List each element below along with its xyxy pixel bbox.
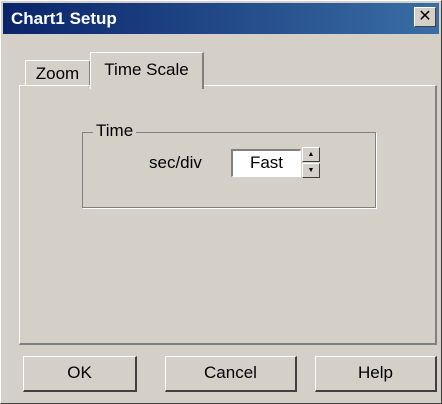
tab-zoom-label: Zoom [35, 64, 80, 83]
title-bar[interactable]: Chart1 Setup ✕ [3, 3, 439, 34]
close-button[interactable]: ✕ [414, 7, 436, 27]
cancel-button-label: Cancel [204, 363, 257, 382]
sec-div-field[interactable]: Fast [231, 149, 301, 177]
tab-panel-time-scale: Time sec/div Fast ▲ ▼ [19, 85, 437, 345]
time-group-label: Time [93, 121, 137, 141]
arrow-up-icon: ▲ [307, 151, 315, 158]
tab-time-scale[interactable]: Time Scale [90, 52, 204, 89]
dialog-window: Chart1 Setup ✕ Zoom Time Scale Time sec/… [0, 0, 442, 404]
tab-time-scale-label: Time Scale [104, 60, 189, 79]
sec-div-value: Fast [249, 153, 284, 172]
help-button[interactable]: Help [315, 356, 437, 392]
ok-button-label: OK [67, 363, 92, 382]
ok-button[interactable]: OK [23, 356, 137, 392]
arrow-down-icon: ▼ [307, 167, 315, 174]
time-groupbox: Time sec/div Fast ▲ ▼ [82, 121, 376, 208]
sec-div-label: sec/div [149, 153, 202, 172]
window-title: Chart1 Setup [11, 9, 117, 28]
tab-zoom[interactable]: Zoom [25, 60, 91, 86]
spin-up-button[interactable]: ▲ [302, 147, 320, 162]
close-icon: ✕ [418, 8, 432, 25]
spin-down-button[interactable]: ▼ [302, 163, 320, 178]
help-button-label: Help [358, 363, 393, 382]
cancel-button[interactable]: Cancel [165, 356, 297, 392]
